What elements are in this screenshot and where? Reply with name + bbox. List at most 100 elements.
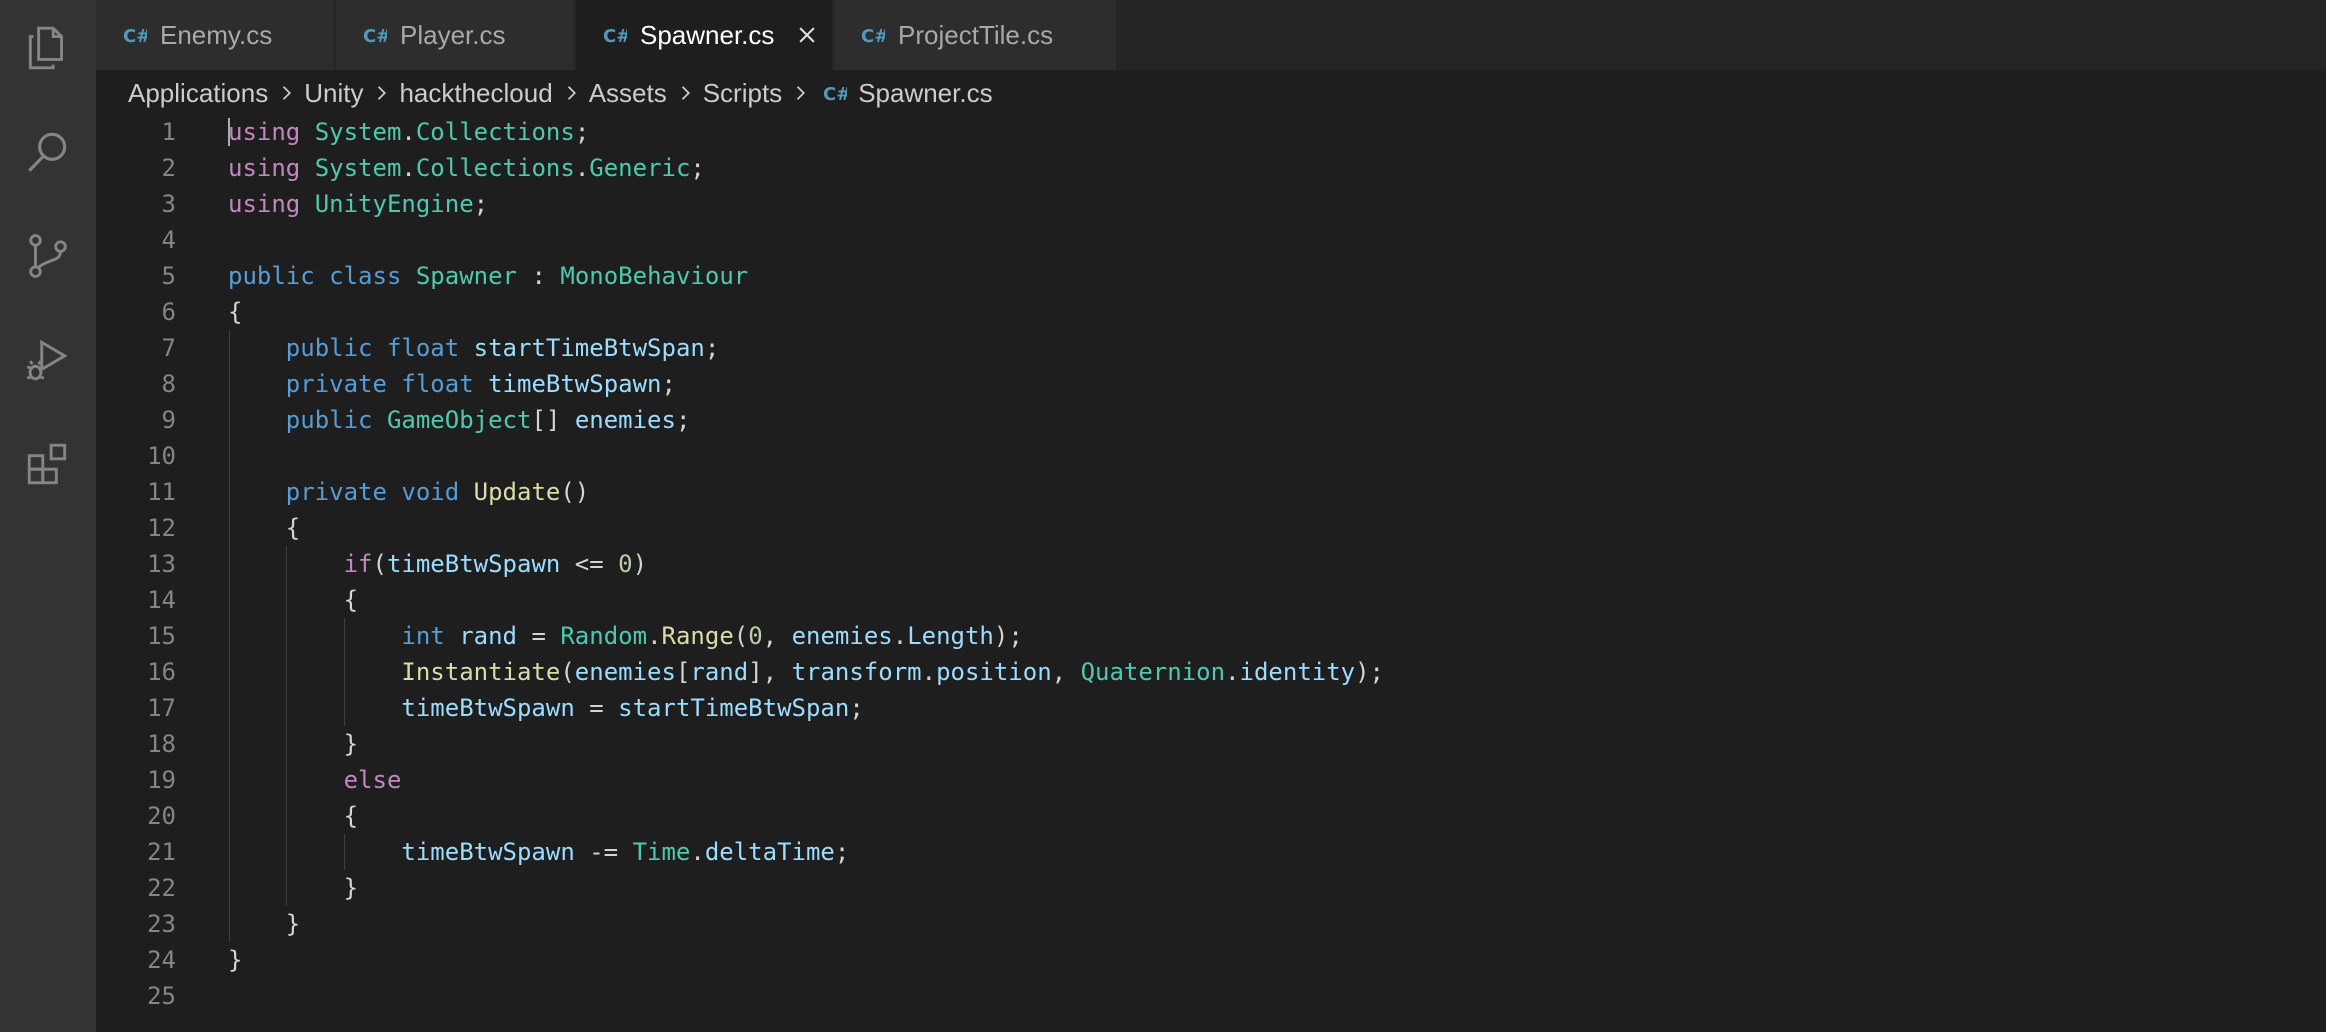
code-token: ], xyxy=(748,658,792,686)
code-line[interactable]: 8 private float timeBtwSpawn; xyxy=(96,366,2326,402)
line-number: 15 xyxy=(147,622,176,650)
line-number: 3 xyxy=(161,190,176,218)
code-token: Generic xyxy=(589,154,691,182)
code-line[interactable]: 25 xyxy=(96,978,2326,1014)
code-line[interactable]: 5 public class Spawner : MonoBehaviour xyxy=(96,258,2326,294)
breadcrumb-item[interactable]: Assets xyxy=(589,78,667,109)
breadcrumb-item[interactable]: hackthecloud xyxy=(399,78,552,109)
code-line[interactable]: 9 public GameObject[] enemies; xyxy=(96,402,2326,438)
chevron-right-icon xyxy=(560,82,582,104)
code-text: timeBtwSpawn -= Time.deltaTime; xyxy=(228,834,849,870)
code-line[interactable]: 2 using System.Collections.Generic; xyxy=(96,150,2326,186)
code-text: } xyxy=(228,870,358,906)
breadcrumb-item[interactable]: Applications xyxy=(128,78,268,109)
tab-enemy[interactable]: C# Enemy.cs xyxy=(96,0,334,70)
code-token: Instantiate xyxy=(401,658,561,686)
code-token: Range xyxy=(661,622,734,650)
code-line[interactable]: 19 else xyxy=(96,762,2326,798)
tab-label: Spawner.cs xyxy=(640,19,775,50)
code-line[interactable]: 13 if(timeBtwSpawn <= 0) xyxy=(96,546,2326,582)
code-token: } xyxy=(228,946,243,974)
breadcrumb-item[interactable]: Unity xyxy=(304,78,363,109)
code-line[interactable]: 12 { xyxy=(96,510,2326,546)
tab-player[interactable]: C# Player.cs xyxy=(336,0,574,70)
code-token: float xyxy=(386,334,460,362)
code-line[interactable]: 7 public float startTimeBtwSpan; xyxy=(96,330,2326,366)
code-line[interactable]: 10 xyxy=(96,438,2326,474)
line-number: 6 xyxy=(161,298,176,326)
code-line[interactable]: 15 int rand = Random.Range(0, enemies.Le… xyxy=(96,618,2326,654)
code-token: = xyxy=(574,694,619,722)
chevron-right-icon xyxy=(275,82,297,104)
code-line[interactable]: 1 using System.Collections; xyxy=(96,114,2326,150)
code-line[interactable]: 17 timeBtwSpawn = startTimeBtwSpan; xyxy=(96,690,2326,726)
code-token: deltaTime xyxy=(704,838,835,866)
code-token: ( xyxy=(560,658,575,686)
code-token: . xyxy=(921,658,937,686)
code-token: else xyxy=(343,766,402,794)
code-line[interactable]: 20 { xyxy=(96,798,2326,834)
tab-projecttile[interactable]: C# ProjectTile.cs xyxy=(834,0,1116,70)
code-line[interactable]: 11 private void Update() xyxy=(96,474,2326,510)
code-line[interactable]: 14 { xyxy=(96,582,2326,618)
indent-guide xyxy=(286,546,287,906)
code-text: timeBtwSpawn = startTimeBtwSpan; xyxy=(228,690,863,726)
run-debug-icon[interactable] xyxy=(0,312,96,408)
search-icon[interactable] xyxy=(0,104,96,200)
csharp-file-icon: C# xyxy=(822,80,848,106)
code-line[interactable]: 24} xyxy=(96,942,2326,978)
close-icon[interactable] xyxy=(794,22,820,48)
code-token: ( xyxy=(372,550,387,578)
breadcrumb-item[interactable]: Scripts xyxy=(703,78,782,109)
source-control-icon[interactable] xyxy=(0,208,96,304)
code-text: else xyxy=(228,762,402,798)
line-number: 9 xyxy=(161,406,176,434)
code-text: int rand = Random.Range(0, enemies.Lengt… xyxy=(228,618,1022,654)
code-token: Quaternion xyxy=(1080,658,1226,686)
code-token: rand xyxy=(690,658,749,686)
code-token: [] xyxy=(531,406,575,434)
code-token: enemies xyxy=(574,406,676,434)
tab-spawner[interactable]: C# Spawner.cs xyxy=(576,0,832,70)
code-text: public float startTimeBtwSpan; xyxy=(228,330,720,366)
code-line[interactable]: 3 using UnityEngine; xyxy=(96,186,2326,222)
code-token: 0 xyxy=(748,622,763,650)
explorer-icon[interactable] xyxy=(0,0,96,96)
code-token: identity xyxy=(1239,658,1356,686)
code-token: private xyxy=(285,478,387,506)
code-token: enemies xyxy=(574,658,676,686)
indent-guide xyxy=(344,618,345,726)
code-line[interactable]: 23 } xyxy=(96,906,2326,942)
code-line[interactable]: 22 } xyxy=(96,870,2326,906)
code-line[interactable]: 4 xyxy=(96,222,2326,258)
code-line[interactable]: 6{ xyxy=(96,294,2326,330)
tab-label: Enemy.cs xyxy=(160,19,273,50)
code-token: ) xyxy=(632,550,648,578)
code-token: <= xyxy=(560,550,619,578)
code-token: { xyxy=(228,298,243,326)
code-line[interactable]: 18 } xyxy=(96,726,2326,762)
extensions-icon[interactable] xyxy=(0,416,96,512)
code-token: if xyxy=(343,550,373,578)
code-token: 0 xyxy=(618,550,633,578)
code-token: : xyxy=(517,262,561,290)
line-number: 23 xyxy=(147,910,176,938)
breadcrumb-item[interactable]: Spawner.cs xyxy=(858,78,992,109)
code-token: Update xyxy=(473,478,561,506)
line-number: 10 xyxy=(147,442,176,470)
code-token: = xyxy=(517,622,561,650)
code-line[interactable]: 16 Instantiate(enemies[rand], transform.… xyxy=(96,654,2326,690)
code-editor[interactable]: 1 using System.Collections; 2 using System… xyxy=(96,114,2326,1032)
code-line[interactable]: 21 timeBtwSpawn -= Time.deltaTime; xyxy=(96,834,2326,870)
code-token: . xyxy=(574,154,590,182)
chevron-right-icon xyxy=(789,82,811,104)
